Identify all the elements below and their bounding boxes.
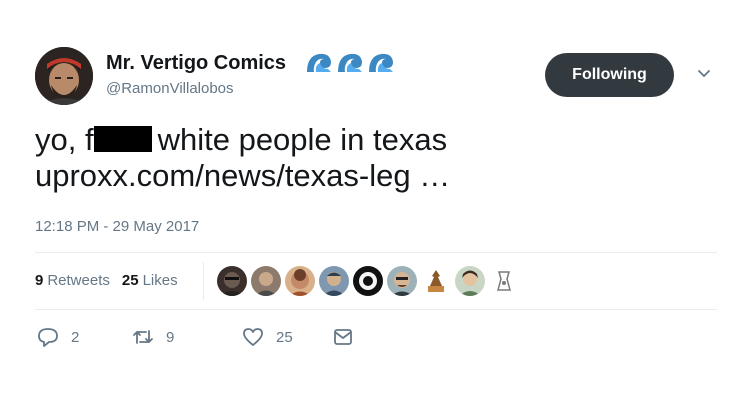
liker-avatar[interactable] [421,266,451,296]
liker-avatar[interactable] [489,266,519,296]
author-display-name[interactable]: Mr. Vertigo Comics [106,52,286,75]
envelope-icon [334,329,352,345]
tweet-card: Mr. Vertigo Comics @RamonVillalobos Foll… [0,0,750,400]
likes-label: Likes [142,272,178,289]
author-avatar[interactable] [35,47,93,105]
tweet-text-prefix: yo, f [35,122,94,157]
avatar-image [35,47,93,105]
retweet-button[interactable]: 9 [132,327,242,347]
like-count: 25 [276,328,293,346]
liker-avatar[interactable] [217,266,247,296]
retweets-count: 9 [35,272,44,289]
tweet-text-suffix: white people in texas [157,122,448,157]
likes-stat[interactable]: 25 Likes [122,272,190,289]
liker-avatar[interactable] [285,266,315,296]
name-emoji-row [305,50,395,76]
chevron-down-icon[interactable] [696,66,712,82]
liker-avatar[interactable] [387,266,417,296]
wave-icon [307,53,331,72]
tweet-stats: 9 Retweets 25 Likes [35,272,190,289]
liker-avatar[interactable] [353,266,383,296]
wave-icon [338,53,362,72]
wave-icon [369,53,393,72]
liker-avatars [217,266,519,296]
divider [35,252,717,253]
liker-avatar[interactable] [251,266,281,296]
reply-icon [38,328,58,347]
stats-divider [203,262,204,300]
reply-count: 2 [71,328,80,346]
retweets-stat[interactable]: 9 Retweets [35,272,122,289]
direct-message-button[interactable] [332,327,354,347]
liker-avatar[interactable] [319,266,349,296]
tweet-timestamp[interactable]: 12:18 PM - 29 May 2017 [35,218,199,235]
following-button[interactable]: Following [545,53,674,97]
retweet-icon [133,330,153,344]
retweets-label: Retweets [47,272,110,289]
reply-button[interactable]: 2 [37,327,132,347]
liker-avatar[interactable] [455,266,485,296]
likes-count: 25 [121,272,139,289]
tweet-actions: 2 9 25 [37,327,354,347]
like-button[interactable]: 25 [242,327,332,347]
redaction-bar [93,126,152,152]
heart-icon [243,328,263,346]
divider [35,309,717,310]
tweet-text: yo, f white people in texas uproxx.com/ne… [35,122,450,194]
author-handle[interactable]: @RamonVillalobos [106,80,234,97]
tweet-line-1: yo, f white people in texas [35,122,450,158]
tweet-link[interactable]: uproxx.com/news/texas-leg … [35,158,450,193]
retweet-count: 9 [166,328,175,346]
